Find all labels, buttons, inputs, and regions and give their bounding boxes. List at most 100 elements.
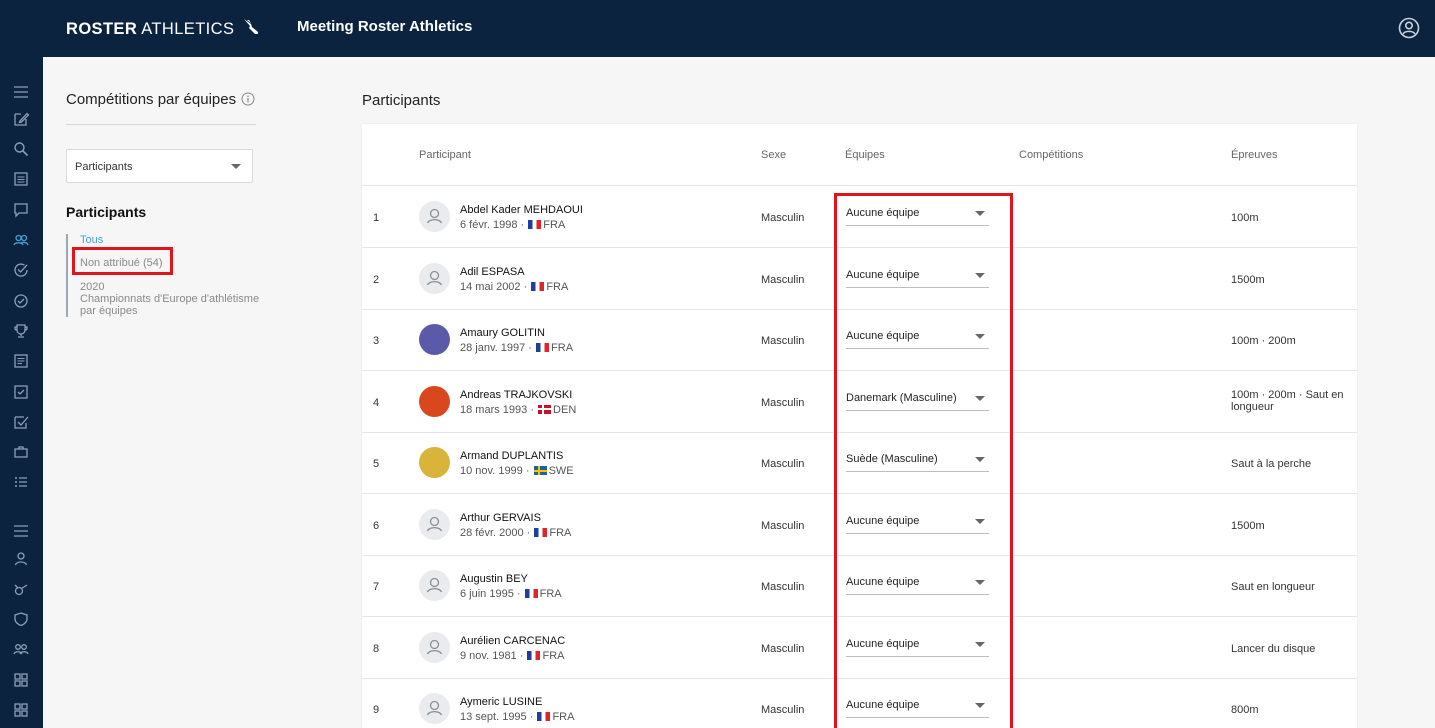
birth-date: 28 janv. 1997 xyxy=(460,342,526,354)
avatar-photo[interactable] xyxy=(419,447,450,478)
left-panel-title: Compétitions par équipes xyxy=(66,91,237,108)
person-icon xyxy=(426,577,443,593)
trophy-icon[interactable] xyxy=(12,322,30,340)
participant-meta: 9 nov. 1981 · FRA xyxy=(460,649,565,662)
country-code: FRA xyxy=(546,280,569,293)
participant-name[interactable]: Aymeric LUSINE xyxy=(460,696,542,708)
avatar[interactable] xyxy=(419,262,450,294)
filter-event-line1[interactable]: Championnats d'Europe d'athlétisme xyxy=(80,294,259,305)
country-code: SWE xyxy=(548,465,574,477)
double-check-icon[interactable] xyxy=(12,413,30,431)
highlight-box-teams xyxy=(834,193,1013,728)
bullet-list-icon[interactable] xyxy=(12,473,30,491)
whistle-icon[interactable] xyxy=(12,580,30,598)
participant-name[interactable]: Aurélien CARCENAC xyxy=(460,635,565,647)
participant-name[interactable]: Armand DUPLANTIS xyxy=(460,450,563,462)
filter-event-line2[interactable]: par équipes xyxy=(80,306,138,317)
menu-icon[interactable] xyxy=(12,522,30,540)
column-header-participant[interactable]: Participant xyxy=(419,149,471,161)
avatar[interactable] xyxy=(419,693,450,724)
events-cell: 1500m xyxy=(1231,519,1265,532)
logo[interactable]: ROSTER ATHLETICS xyxy=(66,17,261,39)
participant-name[interactable]: Adil ESPASA xyxy=(460,266,525,278)
left-divider xyxy=(66,124,256,125)
sex-cell: Masculin xyxy=(761,458,805,470)
row-number: 7 xyxy=(373,581,380,593)
avatar-photo[interactable] xyxy=(419,324,450,355)
sex-cell: Masculin xyxy=(761,642,805,655)
flag-icon xyxy=(536,343,550,352)
row-number: 1 xyxy=(373,212,380,224)
checklist-icon[interactable] xyxy=(12,383,30,401)
sex-cell: Masculin xyxy=(761,212,805,224)
avatar[interactable] xyxy=(419,631,450,663)
country-code: FRA xyxy=(551,342,574,354)
app-title: Meeting Roster Athletics xyxy=(297,18,473,35)
person-icon xyxy=(426,270,443,285)
participant-name[interactable]: Amaury GOLITIN xyxy=(460,327,545,339)
view-select[interactable]: Participants xyxy=(66,149,253,183)
person-icon[interactable] xyxy=(12,550,30,568)
events-cell: 1500m xyxy=(1231,273,1265,286)
country-code: FRA xyxy=(543,219,566,231)
column-header-sex[interactable]: Sexe xyxy=(761,149,786,161)
column-header-competitions[interactable]: Compétitions xyxy=(1019,149,1083,161)
participant-name[interactable]: Abdel Kader MEHDAOUI xyxy=(460,204,583,216)
winged-shoe-icon xyxy=(244,19,259,34)
filter-year[interactable]: 2020 xyxy=(80,282,104,293)
country-code: FRA xyxy=(542,649,565,662)
birth-date: 14 mai 2002 xyxy=(460,280,521,293)
row-number: 8 xyxy=(373,642,380,655)
avatar[interactable] xyxy=(419,570,450,601)
flag-icon xyxy=(531,281,545,291)
events-cell: Lancer du disque xyxy=(1231,642,1316,655)
menu-icon[interactable] xyxy=(12,83,30,101)
info-icon[interactable] xyxy=(241,92,255,106)
participant-meta: 14 mai 2002 · FRA xyxy=(460,280,569,293)
account-circle-icon[interactable] xyxy=(1398,17,1420,39)
check-circle-icon[interactable] xyxy=(12,261,30,279)
column-header-teams[interactable]: Équipes xyxy=(845,149,885,161)
birth-date: 18 mars 1993 xyxy=(460,403,528,416)
flag-icon xyxy=(533,466,547,475)
events-cell: 100m · 200m xyxy=(1231,335,1296,347)
flag-icon xyxy=(534,527,548,537)
check-circle-outline-icon[interactable] xyxy=(12,292,30,310)
row-number: 4 xyxy=(373,396,380,409)
avatar[interactable] xyxy=(419,201,450,232)
grid-icon[interactable] xyxy=(12,701,30,719)
page-title: Participants xyxy=(362,92,441,109)
person-icon xyxy=(426,516,443,531)
events-cell: Saut à la perche xyxy=(1231,458,1312,470)
chat-icon[interactable] xyxy=(12,201,30,219)
participant-name[interactable]: Andreas TRAJKOVSKI xyxy=(460,389,572,401)
column-header-events[interactable]: Épreuves xyxy=(1231,149,1277,161)
news-icon[interactable] xyxy=(12,352,30,370)
grid-icon[interactable] xyxy=(12,671,30,689)
country-code: FRA xyxy=(549,526,572,539)
participant-meta: 6 juin 1995 · FRA xyxy=(460,588,562,600)
group-icon[interactable] xyxy=(12,640,30,658)
top-bar: ROSTER ATHLETICS Meeting Roster Athletic… xyxy=(0,0,1435,57)
filter-all[interactable]: Tous xyxy=(80,235,103,246)
shield-icon[interactable] xyxy=(12,610,30,628)
birth-date: 6 févr. 1998 xyxy=(460,219,518,231)
country-code: DEN xyxy=(553,403,577,416)
briefcase-icon[interactable] xyxy=(12,443,30,461)
sex-cell: Masculin xyxy=(761,396,805,409)
search-icon[interactable] xyxy=(12,140,30,158)
avatar[interactable] xyxy=(419,508,450,540)
avatar-photo[interactable] xyxy=(419,385,450,417)
sex-cell: Masculin xyxy=(761,273,805,286)
highlight-box-filter xyxy=(72,247,173,275)
filter-section-title: Participants xyxy=(66,204,147,220)
person-icon xyxy=(426,700,443,716)
row-number: 9 xyxy=(373,704,380,716)
participant-name[interactable]: Augustin BEY xyxy=(460,573,528,585)
flag-icon xyxy=(524,589,538,598)
edit-icon[interactable] xyxy=(12,110,30,128)
list-icon[interactable] xyxy=(12,170,30,188)
participant-name[interactable]: Arthur GERVAIS xyxy=(460,512,541,524)
row-number: 2 xyxy=(373,273,380,286)
people-icon[interactable] xyxy=(12,231,30,249)
